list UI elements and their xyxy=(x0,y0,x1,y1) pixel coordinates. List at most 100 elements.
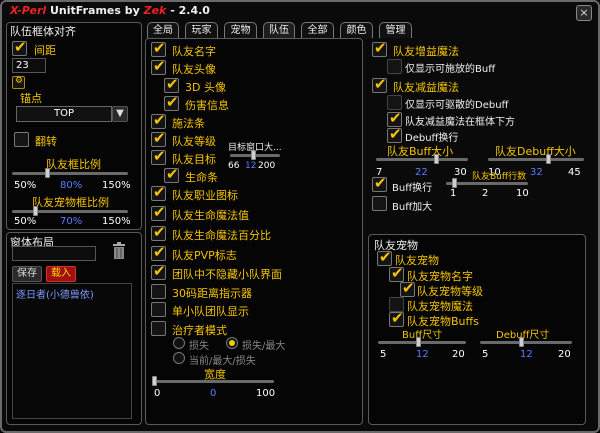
buff-castable-label: 仅显示可施放的Buff xyxy=(405,64,496,75)
checkbox[interactable] xyxy=(151,111,166,129)
scale-min: 50% xyxy=(14,180,37,191)
checkbox[interactable] xyxy=(151,183,166,201)
pet-scale-slider-thumb[interactable] xyxy=(33,206,39,216)
item-label: 3D 头像 xyxy=(185,81,226,94)
checkbox[interactable] xyxy=(164,165,179,183)
checkbox[interactable] xyxy=(372,196,387,211)
buff-size-label: 队友Buff大小 xyxy=(387,145,454,158)
anchor-dropdown[interactable]: TOP xyxy=(16,106,112,122)
scale-slider-thumb[interactable] xyxy=(44,168,50,178)
checkbox[interactable] xyxy=(372,39,387,57)
debuff-size-current: 32 xyxy=(530,167,543,178)
layout-name-input[interactable] xyxy=(12,246,96,261)
checkbox[interactable] xyxy=(372,75,387,93)
flip-label: 翻转 xyxy=(35,135,57,148)
pet-name-label: 队友宠物名字 xyxy=(407,270,473,283)
pet-scale-current: 70% xyxy=(60,216,83,227)
debuff-in-frame-label: 队友减益魔法在框体下方 xyxy=(405,117,515,128)
checkbox[interactable] xyxy=(164,93,179,111)
debuff-size-max: 45 xyxy=(568,167,581,178)
checkbox[interactable] xyxy=(151,223,166,241)
list-item[interactable]: 逐日者(小德兽依) xyxy=(13,284,131,303)
debuff-wrap-label: Debuff换行 xyxy=(405,133,459,144)
tab-pet[interactable]: 宠物 xyxy=(224,22,257,38)
item-label: 队友生命魔法值 xyxy=(172,209,249,222)
anchor-icon[interactable]: ⚙ xyxy=(12,76,25,89)
pet-buff-size-label: Buff尺寸 xyxy=(402,330,443,341)
width-current: 0 xyxy=(210,388,217,399)
tab-global[interactable]: 全局 xyxy=(147,22,179,38)
pet-buff-size-min: 5 xyxy=(380,349,387,360)
pet-debuff-size-slider-thumb[interactable] xyxy=(519,337,525,347)
checkbox[interactable] xyxy=(151,203,166,221)
scale-slider-track[interactable] xyxy=(12,172,128,175)
title-text: UnitFrames by xyxy=(46,4,144,17)
item-label: 队友目标 xyxy=(172,153,216,166)
pet-buff-size-current: 12 xyxy=(416,349,429,360)
width-slider-track[interactable] xyxy=(154,380,274,383)
item-label: 队友生命魔法百分比 xyxy=(172,229,271,242)
checkbox[interactable] xyxy=(151,321,166,336)
spacing-toggle[interactable] xyxy=(12,38,27,56)
checkbox[interactable] xyxy=(372,174,387,192)
checkbox[interactable] xyxy=(164,75,179,93)
anchor-dropdown-button[interactable]: ▼ xyxy=(112,106,128,122)
tab-party[interactable]: 队伍 xyxy=(263,22,295,38)
item-label: 队友名字 xyxy=(172,45,216,58)
scale-current: 80% xyxy=(60,180,83,191)
pet-scale-slider-track[interactable] xyxy=(12,210,128,213)
radio-loss[interactable] xyxy=(173,337,185,349)
checkbox[interactable] xyxy=(151,147,166,165)
checkbox[interactable] xyxy=(400,279,415,297)
checkbox[interactable] xyxy=(151,57,166,75)
buff-rows-slider-track[interactable] xyxy=(446,182,528,185)
item-label: 队友头像 xyxy=(172,63,216,76)
width-slider-thumb[interactable] xyxy=(152,376,157,386)
tab-manage[interactable]: 管理 xyxy=(379,22,412,38)
checkbox[interactable] xyxy=(151,262,166,280)
tab-colors[interactable]: 颜色 xyxy=(340,22,373,38)
checkbox[interactable] xyxy=(389,309,404,327)
pet-buff-size-slider-thumb[interactable] xyxy=(415,337,421,347)
item-label: 队友职业图标 xyxy=(172,189,238,202)
scale-label: 队友框比例 xyxy=(46,158,101,171)
radio-cur-max[interactable] xyxy=(173,352,185,364)
checkbox[interactable] xyxy=(387,95,402,110)
checkbox[interactable] xyxy=(151,243,166,261)
checkbox[interactable] xyxy=(151,39,166,57)
tab-player[interactable]: 玩家 xyxy=(185,22,218,38)
target-window-slider-thumb[interactable] xyxy=(250,150,256,160)
scale-max: 150% xyxy=(102,180,131,191)
checkbox[interactable] xyxy=(151,284,166,299)
checkbox[interactable] xyxy=(387,125,402,143)
checkbox[interactable] xyxy=(377,248,392,266)
radio-loss-max-label: 损失/最大 xyxy=(242,341,286,352)
flip-checkbox[interactable] xyxy=(14,132,29,147)
item-label: 治疗者模式 xyxy=(172,324,227,337)
alignment-heading: 队伍框体对齐 xyxy=(10,25,76,38)
close-button[interactable]: × xyxy=(576,5,592,21)
item-label: 生命条 xyxy=(185,171,218,184)
buff-size-slider-thumb[interactable] xyxy=(433,154,439,164)
checkbox[interactable] xyxy=(387,59,402,74)
tab-all[interactable]: 全部 xyxy=(301,22,334,38)
save-layout-button[interactable]: 保存 xyxy=(12,266,42,282)
anchor-value: TOP xyxy=(53,108,74,119)
load-layout-button[interactable]: 载入 xyxy=(46,266,76,282)
trash-icon[interactable] xyxy=(112,242,126,260)
checkbox[interactable] xyxy=(151,302,166,317)
spacing-input[interactable]: 23 xyxy=(12,58,46,73)
pet-buff-size-slider-track[interactable] xyxy=(378,341,466,344)
buff-show-label: 队友增益魔法 xyxy=(393,45,459,58)
debuff-size-slider-track[interactable] xyxy=(488,158,584,161)
radio-loss-max[interactable] xyxy=(226,337,238,349)
layout-list[interactable]: 逐日者(小德兽依) xyxy=(12,283,132,419)
buff-size-slider-track[interactable] xyxy=(376,158,468,161)
title-brand: X-Perl xyxy=(10,4,47,17)
pet-debuff-size-current: 12 xyxy=(520,349,533,360)
checkbox[interactable] xyxy=(151,129,166,147)
pet-debuff-size-slider-track[interactable] xyxy=(480,341,572,344)
debuff-size-slider-thumb[interactable] xyxy=(545,154,551,164)
buff-size-max: 30 xyxy=(454,167,467,178)
buff-rows-slider-thumb[interactable] xyxy=(452,178,458,188)
